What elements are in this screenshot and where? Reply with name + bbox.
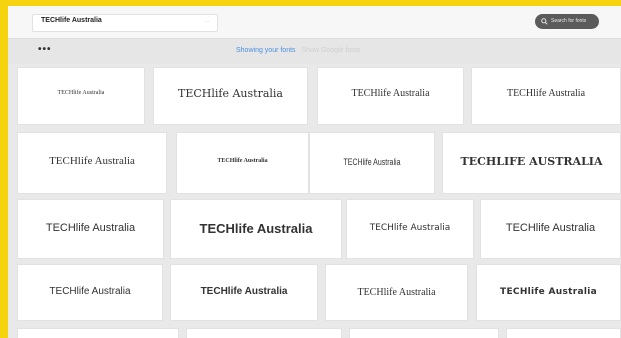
search-input[interactable]: TECHlife Australia ... bbox=[32, 14, 218, 32]
tab-google-fonts[interactable]: Show Google fonts bbox=[302, 47, 361, 54]
search-icon bbox=[541, 18, 548, 25]
font-name: ... bbox=[547, 312, 550, 316]
font-sample: TECHlife Australia bbox=[45, 222, 136, 234]
font-card[interactable]: TECHlife Australia ... bbox=[317, 67, 464, 125]
font-name: ... bbox=[389, 114, 392, 118]
font-name: ... bbox=[395, 312, 398, 316]
tab-your-fonts[interactable]: Showing your fonts bbox=[236, 47, 296, 54]
font-name: ... bbox=[229, 114, 232, 118]
font-card[interactable]: TECHlife Australia ... bbox=[17, 264, 163, 321]
font-name: ... bbox=[90, 183, 94, 187]
font-name: ... bbox=[549, 249, 552, 253]
font-name: ... bbox=[544, 114, 548, 118]
search-input-value: TECHlife Australia bbox=[41, 17, 102, 24]
more-menu-icon[interactable]: ••• bbox=[38, 45, 52, 55]
font-sample: TECHlife Australia bbox=[369, 223, 451, 233]
font-sample: TECHLIFE AUSTRALIA bbox=[460, 155, 603, 168]
font-name: ... bbox=[79, 114, 83, 118]
font-sample: TECHlife Australia bbox=[357, 287, 436, 298]
font-name: ... bbox=[530, 183, 533, 187]
font-source-tabs: Showing your fonts Show Google fonts bbox=[236, 47, 361, 54]
font-sample: TECHlife Australia bbox=[343, 157, 401, 167]
font-card[interactable]: TECHlife Australia ... bbox=[17, 67, 145, 125]
font-card[interactable]: TECHlife Australia ... bbox=[176, 132, 309, 194]
font-sample: TECHlife Australia bbox=[505, 222, 596, 234]
font-sample: TECHlife Australia bbox=[506, 88, 586, 99]
font-name: ... bbox=[242, 312, 246, 316]
font-name: ... bbox=[370, 183, 374, 187]
font-sample: TECHlife Australia bbox=[49, 286, 131, 297]
font-card[interactable]: TECHlife Australia ... bbox=[480, 199, 621, 259]
font-name: ... bbox=[254, 249, 258, 253]
font-card[interactable]: TECHlife Australia ... bbox=[325, 264, 468, 321]
search-input-hint: ... bbox=[204, 18, 209, 24]
font-card[interactable]: TECHlife Australia ... bbox=[17, 132, 167, 194]
search-fonts-button[interactable]: Search for fonts bbox=[535, 14, 599, 29]
search-fonts-button-label: Search for fonts bbox=[551, 18, 587, 24]
font-name: ... bbox=[89, 249, 92, 253]
font-sample: TECHlife Australia bbox=[49, 155, 135, 167]
font-card[interactable]: TECHlife Australia ... bbox=[471, 67, 621, 125]
font-card[interactable]: TECHlife Australia ... bbox=[170, 199, 342, 259]
font-card[interactable]: TECHlife Australia ... bbox=[17, 199, 164, 259]
font-browser-window: TECHlife Australia ... Search for fonts … bbox=[8, 6, 621, 338]
filter-bar: ••• Showing your fonts Show Google fonts bbox=[8, 39, 621, 64]
font-card[interactable] bbox=[17, 328, 179, 338]
top-bar: TECHlife Australia ... Search for fonts bbox=[8, 6, 621, 39]
font-card[interactable] bbox=[349, 328, 499, 338]
font-sample: TECHlife Australia bbox=[500, 287, 597, 297]
font-sample: TECHlife Australia bbox=[200, 286, 288, 297]
font-name: ... bbox=[408, 249, 412, 253]
font-sample: TECHlife Australia bbox=[351, 88, 430, 99]
font-card[interactable] bbox=[186, 328, 342, 338]
font-name: ... bbox=[241, 183, 244, 187]
font-card[interactable] bbox=[506, 328, 621, 338]
font-sample: TECHlife Australia bbox=[217, 158, 268, 164]
font-sample: TECHlife Australia bbox=[57, 90, 105, 96]
font-card[interactable]: TECHlife Australia ... bbox=[153, 67, 308, 125]
font-sample: TECHlife Australia bbox=[178, 87, 283, 100]
font-sample: TECHlife Australia bbox=[199, 221, 313, 236]
font-card[interactable]: TECHlife Australia ... bbox=[170, 264, 318, 321]
font-card[interactable]: TECHlife Australia ... bbox=[346, 199, 474, 259]
font-name: ... bbox=[88, 312, 92, 316]
font-card[interactable]: TECHLIFE AUSTRALIA ... bbox=[442, 132, 621, 194]
font-card[interactable]: TECHlife Australia ... bbox=[309, 132, 435, 194]
font-card[interactable]: TECHlife Australia ... bbox=[476, 264, 621, 321]
